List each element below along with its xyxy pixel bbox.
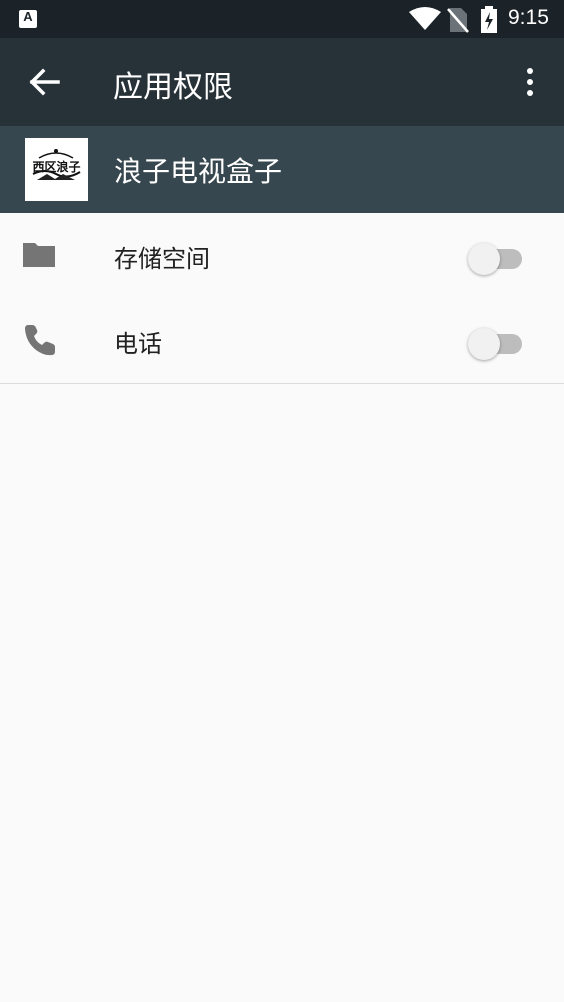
toggle-thumb — [468, 243, 500, 275]
arrow-back-icon — [29, 68, 60, 96]
page-title: 应用权限 — [113, 70, 233, 105]
phone-toggle[interactable] — [468, 325, 524, 360]
permission-label: 存储空间 — [114, 245, 210, 273]
permission-row-storage[interactable]: 存储空间 — [0, 213, 564, 299]
app-name: 浪子电视盒子 — [114, 155, 283, 188]
status-time: 9:15 — [508, 6, 549, 29]
overflow-menu-button[interactable] — [516, 62, 544, 102]
back-button[interactable] — [24, 60, 68, 104]
status-bar: A 9:15 — [0, 0, 564, 38]
no-sim-icon — [447, 8, 469, 33]
toolbar: 应用权限 — [0, 38, 564, 126]
battery-charging-icon — [481, 6, 497, 33]
font-icon: A — [19, 9, 37, 28]
app-icon: 西区浪子 — [25, 138, 88, 201]
app-header: 西区浪子 浪子电视盒子 — [0, 126, 564, 213]
wifi-icon — [409, 7, 441, 30]
permission-label: 电话 — [114, 330, 162, 358]
more-vert-icon — [527, 68, 533, 96]
folder-icon — [23, 243, 55, 267]
toggle-thumb — [468, 328, 500, 360]
phone-icon — [25, 325, 55, 356]
storage-toggle[interactable] — [468, 240, 524, 275]
permission-row-phone[interactable]: 电话 — [0, 298, 564, 384]
